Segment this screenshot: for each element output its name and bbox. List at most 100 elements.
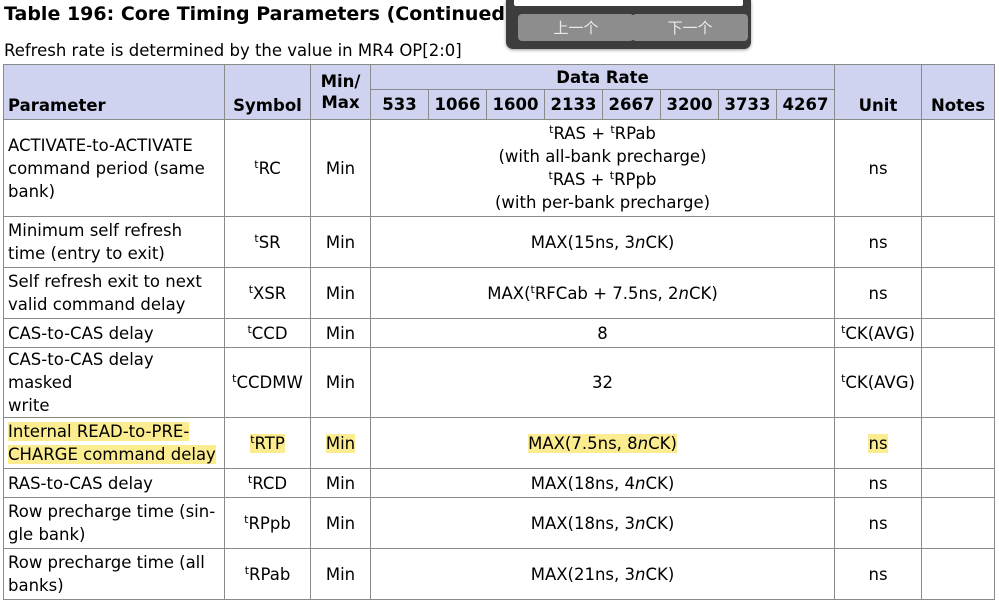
table-title: Table 196: Core Timing Parameters (Conti… [4,3,514,25]
notes-cell [921,548,996,600]
unit-text: CK(AVG) [845,323,915,343]
minmax-cell: Min [310,216,371,268]
unit-cell: ns [834,417,923,469]
value-line: MAX(18ns, 3nCK) [530,513,675,533]
parameter-text: ACTIVATE-to-ACTIVATE [8,135,193,155]
minmax-text: Min [325,433,356,453]
parameter-cell: Internal READ-to-PRE- CHARGE command dela… [3,417,225,469]
notes-cell [921,216,996,268]
parameter-text: RAS-to-CAS delay [8,473,153,493]
popup-search-strip [514,0,743,6]
unit-cell: ns [834,497,923,549]
parameter-cell: ACTIVATE-to-ACTIVATE command period (same… [3,119,225,217]
value-cell: MAX(tRFCab + 7.5ns, 2nCK) [369,267,836,319]
table-row: RAS-to-CAS delay tRCD Min MAX(18ns, 4nCK) ns [3,468,996,498]
parameter-text: Internal READ-to-PRE- [8,422,190,441]
parameter-text: Row precharge time (all [8,553,205,572]
parameter-cell: CAS-to-CAS delay masked write [3,347,225,418]
symbol-cell: tRTP [224,417,311,469]
parameter-text: time (entry to exit) [8,244,165,263]
symbol-cell: tCCDMW [224,347,311,418]
table-row: CAS-to-CAS delay tCCD Min 8 tCK(AVG) [3,318,996,348]
header-rate-4267: 4267 [775,89,836,120]
unit-text: ns [868,283,888,303]
symbol-cell: tRPab [224,548,311,600]
symbol-text: SR [258,232,281,252]
notes-cell [921,318,996,348]
header-rate-533: 533 [370,89,429,120]
next-button[interactable]: 下一个 [632,14,748,41]
parameter-text: Row precharge time (sin- [8,502,216,521]
minmax-text: Min [325,513,356,533]
minmax-text: Min [325,232,356,252]
table-row: ACTIVATE-to-ACTIVATE command period (same… [3,119,996,217]
unit-text: ns [868,232,888,252]
symbol-text: RTP [254,433,285,453]
symbol-text: RPpb [248,513,291,533]
value-line: MAX(18ns, 4nCK) [530,473,675,493]
notes-cell [921,119,996,217]
header-unit: Unit [834,64,923,120]
value-cell: tRAS + tRPab (with all-bank precharge) tRA… [369,119,836,217]
symbol-cell: tRC [224,119,311,217]
notes-cell [921,267,996,319]
header-rate-3200: 3200 [660,89,719,120]
symbol-text: RC [258,158,281,178]
symbol-cell: tRCD [224,468,311,498]
timing-table: Parameter Symbol Min/Max Data Rate Unit … [3,64,996,600]
unit-cell: ns [834,267,923,319]
value-line: MAX(21ns, 3nCK) [530,564,675,584]
search-nav-popup: 上一个 下一个 [506,0,751,49]
parameter-text: CAS-to-CAS delay [8,323,154,343]
header-rate-1600: 1600 [486,89,545,120]
parameter-text: Self refresh exit to next [8,272,202,291]
header-minmax: Min/Max [310,64,371,120]
parameter-text: banks) [8,576,64,595]
symbol-cell: tRPpb [224,497,311,549]
symbol-text: CCD [251,323,288,343]
parameter-cell: CAS-to-CAS delay [3,318,225,348]
value-cell: MAX(15ns, 3nCK) [369,216,836,268]
previous-button[interactable]: 上一个 [518,14,634,41]
header-rate-1066: 1066 [428,89,487,120]
table-row: Minimum self refresh time (entry to exit)… [3,216,996,268]
minmax-cell: Min [310,417,371,469]
parameter-text: CHARGE command delay [8,445,216,464]
parameter-text: write [8,396,50,415]
value-cell: MAX(21ns, 3nCK) [369,548,836,600]
symbol-cell: tXSR [224,267,311,319]
notes-cell [921,347,996,418]
minmax-cell: Min [310,548,371,600]
table-row: Self refresh exit to next valid command d… [3,267,996,319]
minmax-cell: Min [310,267,371,319]
notes-cell [921,417,996,469]
unit-text: ns [868,158,888,178]
unit-cell: ns [834,548,923,600]
symbol-text: RPab [249,564,291,584]
parameter-text: bank) [8,181,56,201]
value-cell: 32 [369,347,836,418]
value-line: MAX(15ns, 3nCK) [530,232,675,252]
parameter-cell: Minimum self refresh time (entry to exit) [3,216,225,268]
unit-cell: tCK(AVG) [834,347,923,418]
parameter-cell: Self refresh exit to next valid command d… [3,267,225,319]
unit-cell: ns [834,468,923,498]
minmax-cell: Min [310,497,371,549]
unit-text: ns [868,564,888,584]
unit-cell: ns [834,119,923,217]
minmax-text: Min [325,564,356,584]
minmax-cell: Min [310,347,371,418]
header-data-rate: Data Rate [369,64,836,90]
unit-text: ns [868,433,888,453]
unit-cell: tCK(AVG) [834,318,923,348]
parameter-text: CAS-to-CAS delay masked [8,350,154,392]
parameter-cell: RAS-to-CAS delay [3,468,225,498]
minmax-cell: Min [310,468,371,498]
parameter-text: command period (same [8,158,205,178]
value-line: 32 [592,373,613,392]
value-cell: MAX(7.5ns, 8nCK) [369,417,836,469]
unit-text: ns [868,513,888,533]
minmax-text: Min [325,473,356,493]
table-row: CAS-to-CAS delay masked write tCCDMW Min 32 t… [3,347,996,418]
value-cell: MAX(18ns, 3nCK) [369,497,836,549]
